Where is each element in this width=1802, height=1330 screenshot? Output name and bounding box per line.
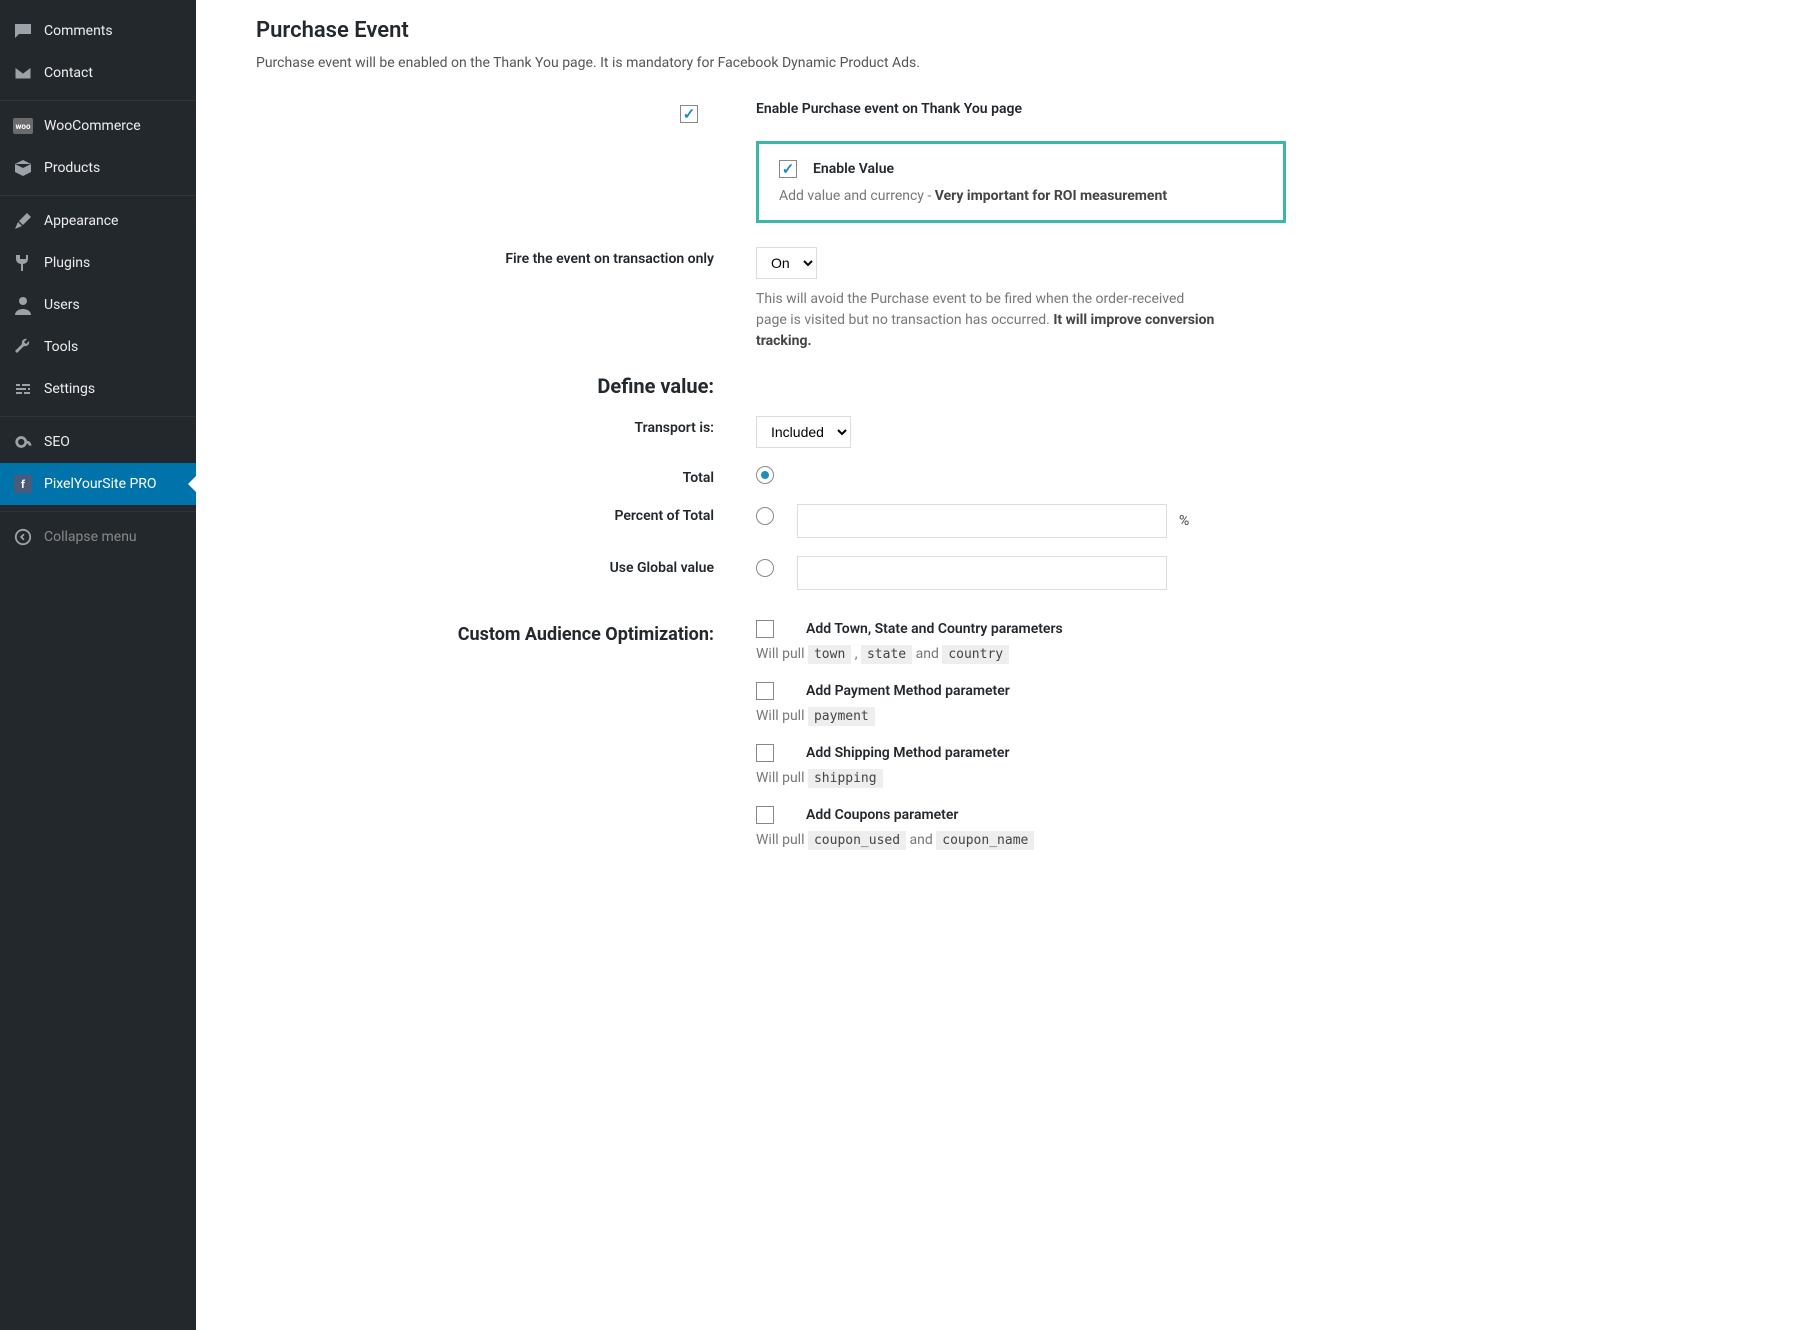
plug-icon (12, 252, 34, 274)
pys-icon: f (12, 473, 34, 495)
cao-label: Add Town, State and Country parameters (806, 621, 1063, 637)
cao-label: Add Coupons parameter (806, 807, 958, 823)
percent-suffix: % (1179, 513, 1189, 529)
cao-heading: Custom Audience Optimization: (458, 624, 714, 645)
enable-value-highlight: Enable Value Add value and currency - Ve… (756, 141, 1286, 223)
page-description: Purchase event will be enabled on the Th… (256, 55, 1742, 71)
sidebar-item-label: Contact (44, 65, 93, 81)
code-tag: state (861, 645, 912, 664)
comments-icon (12, 20, 34, 42)
sidebar-item-plugins[interactable]: Plugins (0, 242, 196, 284)
sidebar-item-label: Comments (44, 23, 113, 39)
cao-subtext: Will pull coupon_used and coupon_name (756, 832, 1742, 848)
cao-label: Add Payment Method parameter (806, 683, 1010, 699)
admin-sidebar: Comments Contact woo WooCommerce Product… (0, 0, 196, 1330)
sliders-icon (12, 378, 34, 400)
cao-label: Add Shipping Method parameter (806, 745, 1010, 761)
percent-input[interactable] (797, 504, 1167, 538)
enable-purchase-label: Enable Purchase event on Thank You page (756, 101, 1022, 117)
sidebar-item-label: SEO (44, 434, 70, 450)
cao-subtext: Will pull town , state and country (756, 646, 1742, 662)
sidebar-item-collapse[interactable]: Collapse menu (0, 511, 196, 558)
enable-value-checkbox[interactable] (779, 160, 797, 178)
cao-option: Add Shipping Method parameter Will pull s… (756, 744, 1742, 786)
code-tag: coupon_name (936, 831, 1034, 850)
code-tag: shipping (808, 769, 883, 788)
transport-label: Transport is: (256, 416, 756, 448)
transport-select[interactable]: Included (756, 416, 851, 448)
percent-label: Percent of Total (256, 504, 756, 538)
total-radio[interactable] (756, 466, 774, 484)
sidebar-item-label: Plugins (44, 255, 90, 271)
sidebar-item-comments[interactable]: Comments (0, 10, 196, 52)
envelope-icon (12, 62, 34, 84)
cao-subtext: Will pull shipping (756, 770, 1742, 786)
wrench-icon (12, 336, 34, 358)
sidebar-item-pixelyoursite[interactable]: f PixelYourSite PRO (0, 463, 196, 505)
sidebar-item-label: Collapse menu (44, 529, 137, 545)
cao-checkbox[interactable] (756, 620, 774, 638)
enable-value-subtext: Add value and currency - Very important … (779, 188, 1263, 204)
sidebar-item-label: Appearance (44, 213, 118, 229)
sidebar-item-label: Users (44, 297, 80, 313)
cao-checkbox[interactable] (756, 744, 774, 762)
sidebar-item-label: PixelYourSite PRO (44, 476, 157, 492)
sidebar-item-woocommerce[interactable]: woo WooCommerce (0, 100, 196, 147)
cao-subtext: Will pull payment (756, 708, 1742, 724)
fire-transaction-help: This will avoid the Purchase event to be… (756, 289, 1216, 352)
code-tag: country (942, 645, 1009, 664)
brush-icon (12, 210, 34, 232)
sidebar-item-label: Settings (44, 381, 95, 397)
define-value-heading: Define value: (597, 374, 714, 398)
cao-option: Add Payment Method parameter Will pull pa… (756, 682, 1742, 724)
code-tag: payment (808, 707, 875, 726)
fire-transaction-select[interactable]: On (756, 247, 817, 279)
sidebar-item-tools[interactable]: Tools (0, 326, 196, 368)
global-value-label: Use Global value (256, 556, 756, 590)
box-icon (12, 157, 34, 179)
sidebar-item-label: Products (44, 160, 100, 176)
main-content: Purchase Event Purchase event will be en… (196, 0, 1802, 1330)
cao-checkbox[interactable] (756, 682, 774, 700)
cao-option: Add Coupons parameter Will pull coupon_us… (756, 806, 1742, 848)
cao-options: Add Town, State and Country parameters Wi… (756, 620, 1742, 868)
page-title: Purchase Event (256, 18, 1742, 43)
collapse-icon (12, 526, 34, 548)
cao-option: Add Town, State and Country parameters Wi… (756, 620, 1742, 662)
global-value-input[interactable] (797, 556, 1167, 590)
sidebar-item-seo[interactable]: SEO (0, 416, 196, 463)
seo-icon (12, 431, 34, 453)
sidebar-item-appearance[interactable]: Appearance (0, 195, 196, 242)
total-label: Total (256, 466, 756, 486)
sidebar-item-products[interactable]: Products (0, 147, 196, 189)
sidebar-item-label: WooCommerce (44, 118, 141, 134)
sidebar-item-label: Tools (44, 339, 78, 355)
percent-radio[interactable] (756, 507, 774, 525)
enable-value-label: Enable Value (813, 161, 894, 177)
user-icon (12, 294, 34, 316)
sidebar-item-users[interactable]: Users (0, 284, 196, 326)
global-value-radio[interactable] (756, 559, 774, 577)
sidebar-item-settings[interactable]: Settings (0, 368, 196, 410)
code-tag: coupon_used (808, 831, 906, 850)
code-tag: town (808, 645, 851, 664)
sidebar-item-contact[interactable]: Contact (0, 52, 196, 94)
fire-transaction-label: Fire the event on transaction only (256, 247, 756, 352)
cao-checkbox[interactable] (756, 806, 774, 824)
woo-icon: woo (12, 115, 34, 137)
enable-purchase-checkbox[interactable] (680, 105, 698, 123)
